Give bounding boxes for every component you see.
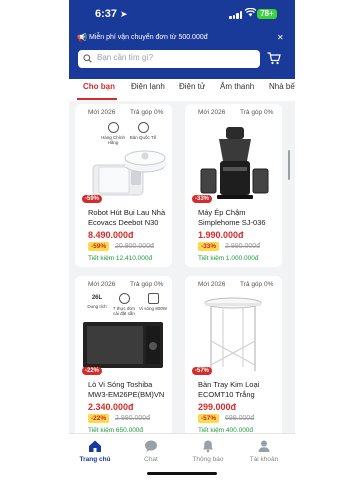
product-price: 8.490.000đ (88, 230, 134, 240)
bell-icon (203, 440, 213, 453)
home-icon (89, 440, 101, 452)
active-tab-indicator (77, 98, 117, 100)
original-price: 2.990.000đ (115, 415, 151, 422)
product-card[interactable]: Mới 2026 Trả góp 0% Hàng Chính Hãng Bản … (75, 104, 172, 267)
new-tag: Mới 2026 (88, 281, 116, 288)
wifi-icon (244, 7, 257, 20)
cellular-signal-icon (229, 11, 243, 19)
screen: 6:37 ➤ 78+ 📢 Miễn phí vận chuyển đơn từ … (0, 0, 360, 480)
product-price: 299.000đ (198, 402, 237, 412)
megaphone-icon: 📢 (77, 33, 87, 42)
discount-badge: -57% (192, 367, 212, 375)
discount-percent: -59% (88, 242, 110, 251)
product-price: 1.990.000đ (198, 230, 244, 240)
timer-icon (118, 293, 130, 304)
nav-home[interactable]: Trang chủ (75, 439, 115, 463)
phone-screen: 6:37 ➤ 78+ 📢 Miễn phí vận chuyển đơn từ … (69, 0, 295, 480)
product-image (200, 127, 269, 199)
product-name: Lò Vi Sóng Toshiba MW3-EM26PE(BM)VN 26 L… (88, 380, 165, 399)
microwave-icon (147, 293, 159, 304)
discount-badge: -33% (192, 195, 212, 203)
search-icon (83, 54, 92, 63)
discount-percent: -22% (88, 414, 110, 423)
close-icon[interactable]: ✕ (277, 31, 284, 45)
saving-amount: Tiết kiệm 12.410.000đ (88, 255, 153, 262)
home-indicator (147, 472, 217, 475)
new-tag: Mới 2026 (198, 281, 226, 288)
battery-indicator: 78+ (257, 9, 277, 19)
nav-chat[interactable]: Chat (131, 439, 171, 463)
tab-refrigeration[interactable]: Điện lạnh (131, 79, 165, 101)
promo-banner[interactable]: 📢 Miễn phí vận chuyển đơn từ 500.000đ ✕ (69, 31, 295, 45)
nav-notifications[interactable]: Thông báo (188, 439, 228, 463)
feature-power: Vi sóng 800W (139, 293, 167, 311)
product-image (204, 297, 262, 371)
installment-tag: Trả góp 0% (240, 281, 274, 288)
product-image (83, 322, 163, 368)
product-card[interactable]: Mới 2026 Trả góp 0% -57% Bàn Tray Kim Lo… (185, 276, 282, 439)
installment-tag: Trả góp 0% (130, 109, 164, 116)
installment-tag: Trả góp 0% (130, 281, 164, 288)
feature-capacity: 26L Dung tích (87, 295, 107, 309)
app-header: 6:37 ➤ 78+ 📢 Miễn phí vận chuyển đơn từ … (69, 0, 295, 79)
discount-badge: -59% (82, 195, 102, 203)
product-name: Robot Hút Bụi Lau Nhà Ecovacs Deebot N30… (88, 208, 166, 227)
new-tag: Mới 2026 (88, 109, 116, 116)
tab-kitchen[interactable]: Nhà bế (269, 79, 295, 101)
product-price: 2.340.000đ (88, 402, 134, 412)
product-image (92, 150, 166, 196)
scrollbar[interactable] (288, 150, 290, 180)
search-input[interactable]: Bạn cần tìm gì? (78, 50, 260, 68)
location-arrow-icon: ➤ (120, 9, 128, 19)
search-placeholder: Bạn cần tìm gì? (97, 53, 154, 62)
user-icon (258, 440, 270, 452)
saving-amount: Tiết kiệm 1.000.000đ (198, 255, 259, 262)
discount-percent: -33% (198, 242, 220, 251)
original-price: 2.990.000đ (225, 243, 261, 250)
product-name: Bàn Tray Kim Loại ECOMT10 Trắng (198, 380, 260, 399)
tab-audio[interactable]: Âm thanh (220, 79, 254, 101)
original-price: 20.900.000đ (115, 243, 154, 250)
cart-icon[interactable] (267, 52, 281, 65)
feature-presets: 7 thực đơn cài đặt sẵn (111, 293, 137, 316)
installment-tag: Trả góp 0% (240, 109, 274, 116)
tab-electronics[interactable]: Điện tử (179, 79, 205, 101)
discount-percent: -57% (198, 414, 220, 423)
product-card[interactable]: Mới 2026 Trả góp 0% -33% Máy Ép Chậm Sim… (185, 104, 282, 267)
category-tabs: Cho bạn Điện lạnh Điện tử Âm thanh Nhà b… (69, 79, 295, 101)
discount-badge: -22% (82, 367, 102, 375)
product-name: Máy Ép Chậm Simplehome SJ-036 (198, 208, 266, 227)
original-price: 699.000đ (225, 415, 255, 422)
new-tag: Mới 2026 (198, 109, 226, 116)
product-card[interactable]: Mới 2026 Trả góp 0% 26L Dung tích 7 thực… (75, 276, 172, 439)
promo-text: Miễn phí vận chuyển đơn từ 500.000đ (89, 34, 208, 41)
status-bar: 6:37 ➤ 78+ (69, 0, 295, 30)
nav-account[interactable]: Tài khoản (244, 439, 284, 463)
chat-icon (145, 440, 157, 452)
clock: 6:37 (95, 8, 118, 20)
